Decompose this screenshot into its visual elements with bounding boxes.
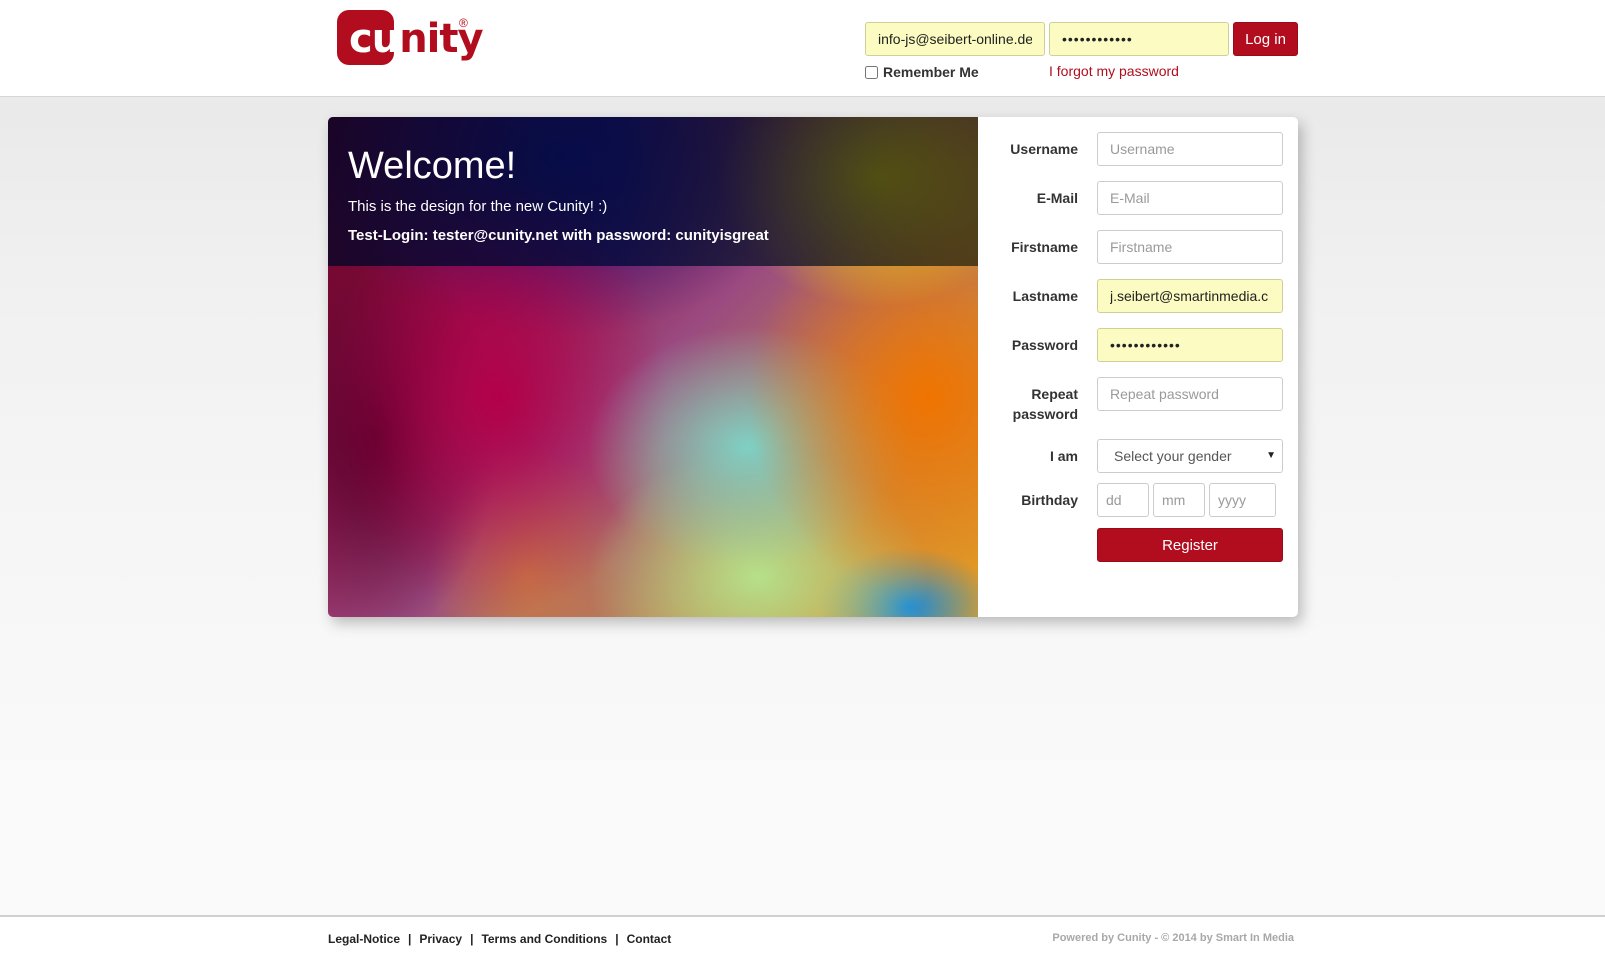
gender-label: I am	[1049, 448, 1078, 464]
test-login-info: Test-Login: tester@cunity.net with passw…	[348, 227, 769, 244]
email-input[interactable]	[1097, 181, 1283, 215]
footer-separator: |	[615, 932, 619, 946]
repeat-password-label-line2: password	[1012, 406, 1078, 422]
welcome-card: Welcome! This is the design for the new …	[328, 117, 1298, 617]
registered-mark: ®	[459, 16, 468, 30]
lastname-label: Lastname	[1012, 288, 1078, 304]
footer-link-contact[interactable]: Contact	[627, 932, 672, 946]
password-input[interactable]	[1097, 328, 1283, 362]
birthday-label: Birthday	[1021, 492, 1078, 508]
username-input[interactable]	[1097, 132, 1283, 166]
repeat-password-label: Repeat password	[983, 384, 1078, 424]
lastname-input[interactable]	[1097, 279, 1283, 313]
forgot-password-link[interactable]: I forgot my password	[1049, 63, 1179, 79]
password-label: Password	[1011, 337, 1078, 353]
remember-me-checkbox[interactable]	[865, 65, 878, 79]
birthday-day-input[interactable]	[1097, 483, 1149, 517]
footer-link-privacy[interactable]: Privacy	[419, 932, 462, 946]
firstname-input[interactable]	[1097, 230, 1283, 264]
login-button[interactable]: Log in	[1233, 22, 1298, 56]
register-button[interactable]: Register	[1097, 528, 1283, 562]
footer-links: Legal-Notice | Privacy | Terms and Condi…	[328, 932, 671, 946]
footer-separator: |	[470, 932, 474, 946]
footer-link-legal-notice[interactable]: Legal-Notice	[328, 932, 400, 946]
username-label: Username	[1010, 141, 1078, 157]
footer-copyright: Powered by Cunity - © 2014 by Smart In M…	[1052, 932, 1294, 944]
repeat-password-label-line1: Repeat	[1031, 386, 1078, 402]
remember-me-label: Remember Me	[883, 64, 979, 80]
remember-me[interactable]: Remember Me	[865, 64, 979, 80]
gender-select[interactable]: Select your gender ▼	[1097, 439, 1283, 473]
footer-link-terms[interactable]: Terms and Conditions	[481, 932, 607, 946]
cunity-logo[interactable]: cunity ®	[337, 8, 484, 66]
birthday-year-input[interactable]	[1209, 483, 1276, 517]
footer-separator: |	[408, 932, 412, 946]
login-password-input[interactable]	[1049, 22, 1229, 56]
repeat-password-input[interactable]	[1097, 377, 1283, 411]
logo-text-cu: cu	[349, 16, 400, 62]
welcome-subtitle: This is the design for the new Cunity! :…	[348, 198, 608, 215]
header: cunity ® Log in Remember Me I forgot my …	[0, 0, 1605, 97]
hero-image: Welcome! This is the design for the new …	[328, 117, 978, 617]
gender-select-value: Select your gender	[1114, 448, 1232, 464]
hero-overlay: Welcome! This is the design for the new …	[328, 117, 978, 266]
chevron-down-icon: ▼	[1266, 450, 1276, 461]
birthday-month-input[interactable]	[1153, 483, 1205, 517]
login-email-input[interactable]	[865, 22, 1045, 56]
logo-text-nity: nity	[399, 16, 483, 62]
email-label: E-Mail	[1036, 190, 1078, 206]
footer: Legal-Notice | Privacy | Terms and Condi…	[0, 915, 1605, 962]
welcome-title: Welcome!	[348, 145, 517, 187]
firstname-label: Firstname	[1011, 239, 1078, 255]
